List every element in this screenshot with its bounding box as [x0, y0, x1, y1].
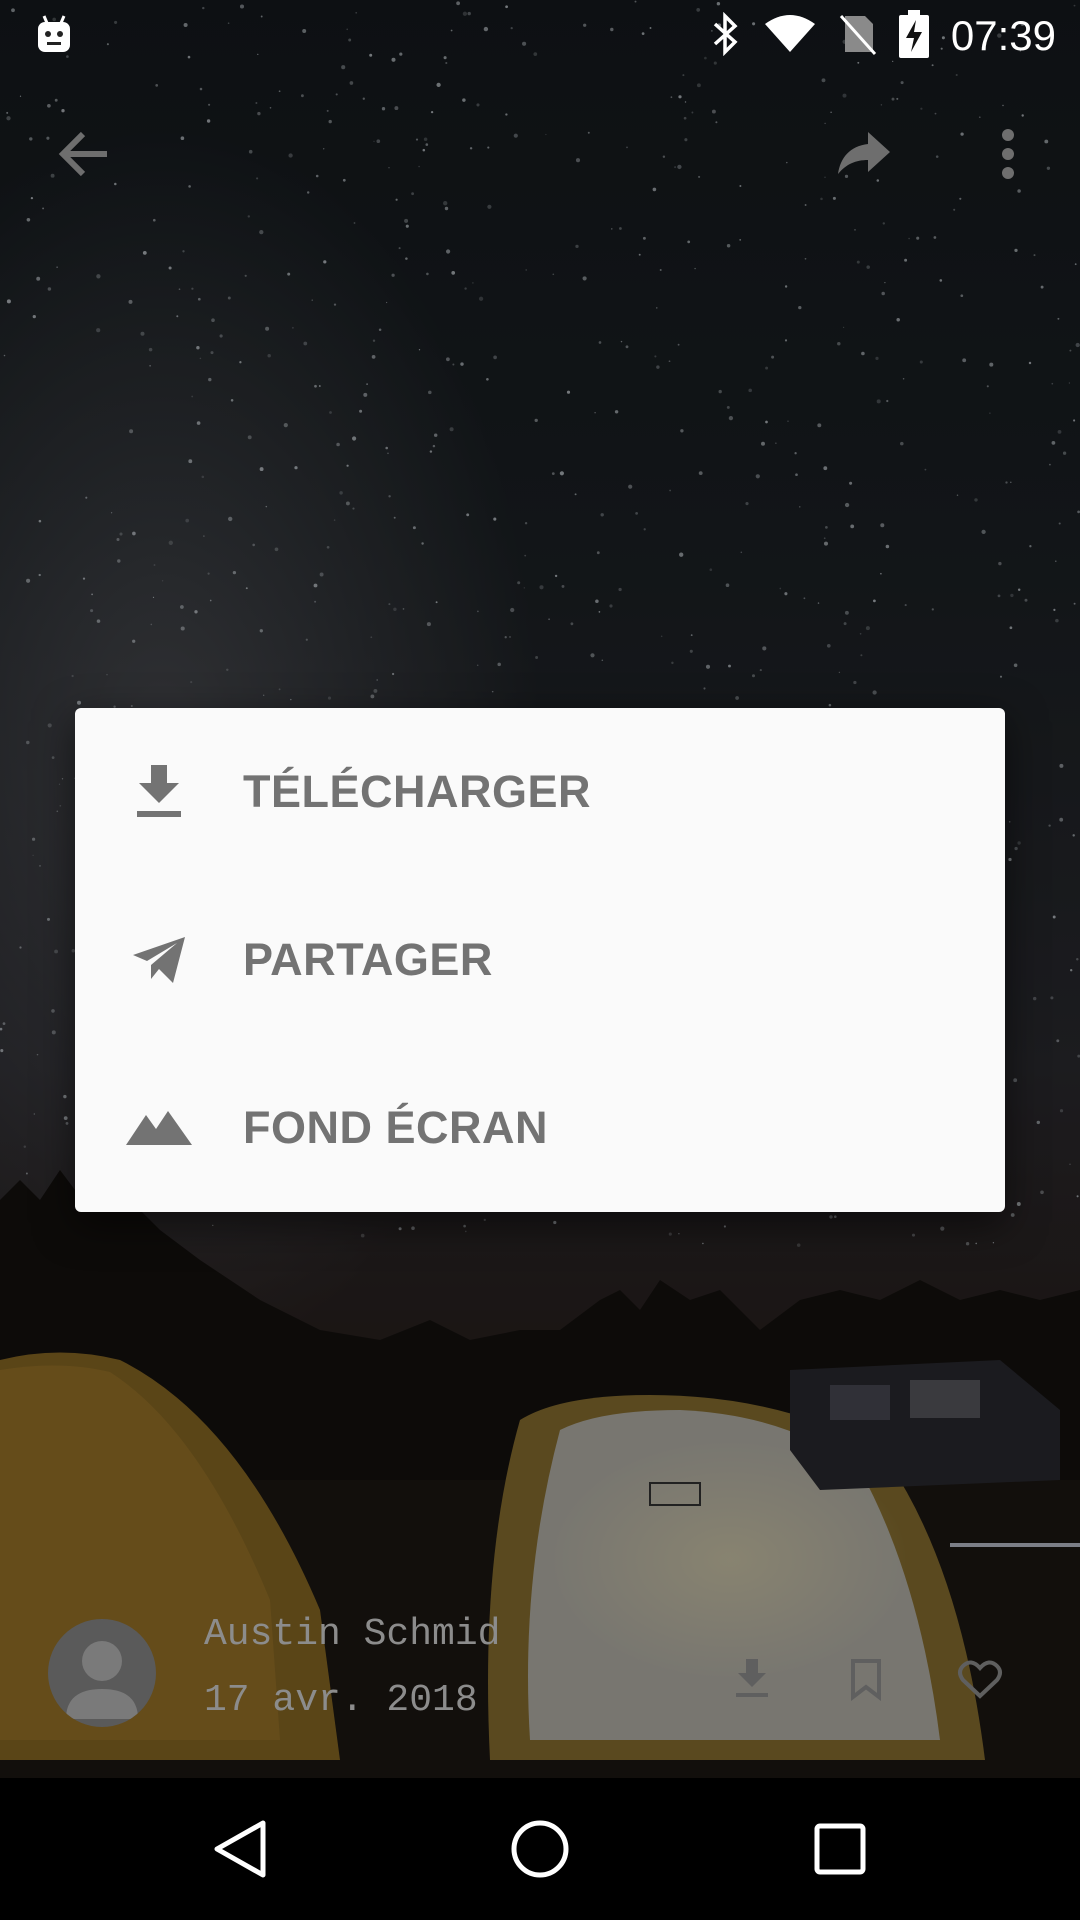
- more-options-button[interactable]: [952, 100, 1064, 212]
- menu-item-label: TÉLÉCHARGER: [243, 766, 592, 817]
- bluetooth-icon: [711, 11, 741, 61]
- download-icon: [736, 1659, 768, 1697]
- heart-icon: [958, 1660, 1002, 1699]
- nav-recents-button[interactable]: [790, 1799, 890, 1899]
- menu-item-download[interactable]: TÉLÉCHARGER: [75, 708, 1005, 876]
- bookmark-icon: [851, 1659, 881, 1701]
- nav-back-button[interactable]: [190, 1799, 290, 1899]
- more-vert-icon: [1001, 128, 1015, 185]
- arrow-back-icon: [57, 130, 111, 183]
- download-action-button[interactable]: [722, 1649, 782, 1709]
- battery-charging-icon: [898, 9, 929, 63]
- home-circle-icon: [511, 1820, 569, 1878]
- avatar[interactable]: [48, 1619, 156, 1727]
- status-time: 07:39: [950, 12, 1056, 59]
- options-dialog: TÉLÉCHARGER PARTAGER FOND ÉCRAN: [75, 708, 1005, 1212]
- back-triangle-icon: [214, 1820, 266, 1878]
- menu-item-label: FOND ÉCRAN: [243, 1102, 548, 1153]
- photo-info-bar: Austin Schmid 17 avr. 2018: [0, 1605, 1080, 1745]
- nav-home-button[interactable]: [490, 1799, 590, 1899]
- share-button[interactable]: [808, 100, 920, 212]
- no-sim-icon: [839, 12, 877, 61]
- share-forward-icon: [836, 131, 892, 181]
- person-icon: [66, 1641, 138, 1719]
- wifi-icon: [763, 14, 817, 59]
- menu-item-share[interactable]: PARTAGER: [75, 876, 1005, 1044]
- menu-item-label: PARTAGER: [243, 934, 493, 985]
- bookmark-button[interactable]: [836, 1649, 896, 1709]
- system-nav-bar: [0, 1778, 1080, 1920]
- menu-item-wallpaper[interactable]: FOND ÉCRAN: [75, 1044, 1005, 1212]
- photo-date: 17 avr. 2018: [204, 1679, 478, 1722]
- landscape-icon: [123, 1092, 195, 1164]
- recents-square-icon: [814, 1823, 866, 1875]
- download-icon: [123, 756, 195, 828]
- android-notification-icon: [36, 14, 72, 59]
- top-toolbar: [0, 100, 1080, 212]
- send-icon: [123, 924, 195, 996]
- author-name[interactable]: Austin Schmid: [204, 1613, 500, 1656]
- like-button[interactable]: [950, 1649, 1010, 1709]
- back-button[interactable]: [28, 100, 140, 212]
- status-bar: 07:39: [0, 0, 1080, 72]
